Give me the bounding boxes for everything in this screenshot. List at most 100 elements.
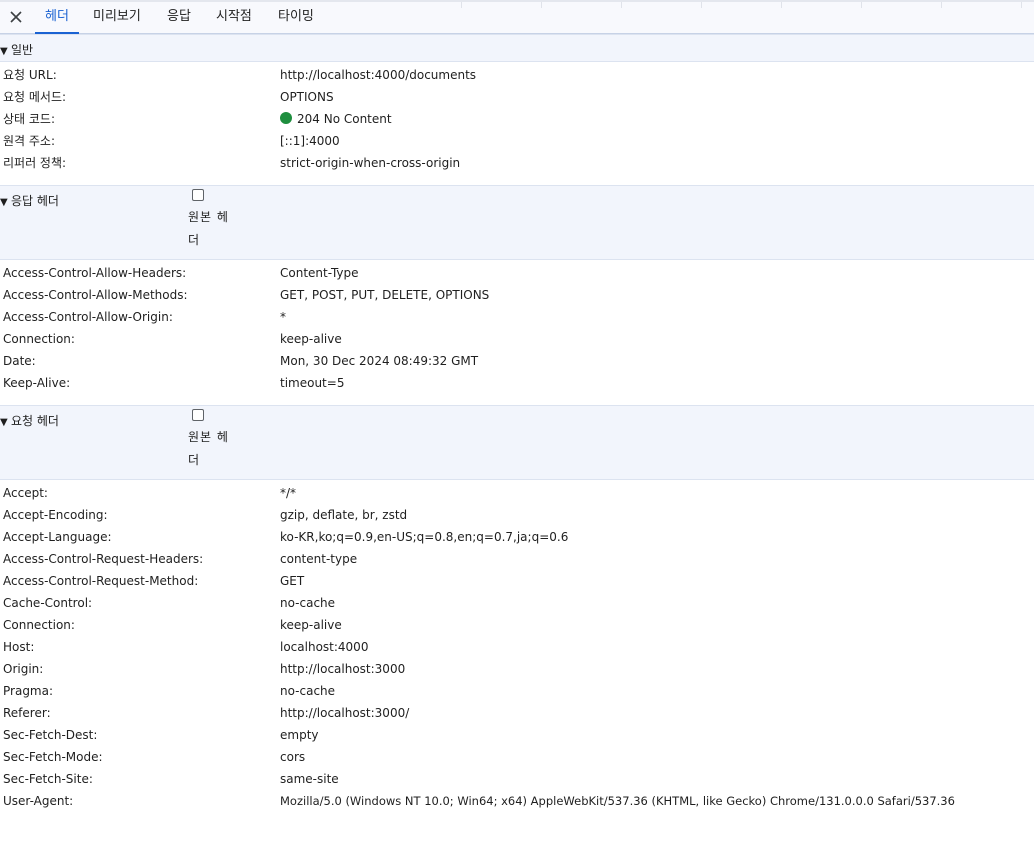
header-value: Content-Type — [280, 266, 359, 280]
request-header-row: Connection: keep-alive — [0, 614, 1034, 636]
header-value: strict-origin-when-cross-origin — [280, 156, 461, 170]
header-name: 원격 주소: — [3, 134, 56, 148]
divider — [781, 2, 782, 8]
section-general-header[interactable]: ▼ 일반 — [0, 34, 1034, 62]
section-response-headers-header[interactable]: ▼ 응답 헤더 원본 헤더 — [0, 185, 1034, 260]
header-name: Sec-Fetch-Dest: — [3, 728, 98, 742]
divider — [1021, 2, 1022, 8]
raw-headers-label: 원본 헤더 — [188, 430, 229, 467]
header-name: Origin: — [3, 662, 44, 676]
request-header-row: Pragma: no-cache — [0, 680, 1034, 702]
response-header-row: Access-Control-Allow-Origin: * — [0, 306, 1034, 328]
tab-initiator[interactable]: 시작점 — [216, 2, 252, 34]
request-header-row: Origin: http://localhost:3000 — [0, 658, 1034, 680]
status-dot-icon — [280, 112, 292, 124]
tab-response[interactable]: 응답 — [167, 2, 191, 34]
divider — [621, 2, 622, 8]
section-response-headers-title[interactable]: ▼ 응답 헤더 — [0, 192, 59, 209]
header-name: Date: — [3, 354, 36, 368]
divider — [941, 2, 942, 8]
divider — [541, 2, 542, 8]
header-value: http://localhost:3000 — [280, 662, 406, 676]
tab-bar: 헤더 미리보기 응답 시작점 타이밍 — [0, 0, 1034, 34]
close-icon[interactable] — [6, 7, 26, 27]
status-code: 204 No Content — [280, 108, 392, 130]
request-header-row: Sec-Fetch-Site: same-site — [0, 768, 1034, 790]
divider — [701, 2, 702, 8]
section-request-headers-header[interactable]: ▼ 요청 헤더 원본 헤더 — [0, 405, 1034, 480]
header-name: User-Agent: — [3, 794, 74, 808]
request-header-row: Accept-Language: ko-KR,ko;q=0.9,en-US;q=… — [0, 526, 1034, 548]
header-value: GET — [280, 574, 305, 588]
header-value: [::1]:4000 — [280, 134, 340, 148]
header-value: Mon, 30 Dec 2024 08:49:32 GMT — [280, 354, 479, 368]
header-value: http://localhost:3000/ — [280, 706, 410, 720]
tab-timing[interactable]: 타이밍 — [278, 2, 314, 34]
triangle-down-icon: ▼ — [0, 46, 8, 57]
section-general-title[interactable]: ▼ 일반 — [0, 41, 33, 58]
header-value: no-cache — [280, 684, 336, 698]
header-value: http://localhost:4000/documents — [280, 68, 477, 82]
header-name: Connection: — [3, 618, 75, 632]
response-header-row: Date: Mon, 30 Dec 2024 08:49:32 GMT — [0, 350, 1034, 372]
header-value: * — [280, 310, 286, 324]
header-name: Access-Control-Request-Headers: — [3, 552, 204, 566]
response-header-row: Connection: keep-alive — [0, 328, 1034, 350]
header-value: Mozilla/5.0 (Windows NT 10.0; Win64; x64… — [280, 794, 955, 808]
header-value: content-type — [280, 552, 358, 566]
request-header-row: User-Agent: Mozilla/5.0 (Windows NT 10.0… — [0, 790, 1034, 812]
header-value: timeout=5 — [280, 376, 345, 390]
header-name: Referer: — [3, 706, 51, 720]
request-header-row: Referer: http://localhost:3000/ — [0, 702, 1034, 724]
header-name: Sec-Fetch-Site: — [3, 772, 93, 786]
header-name: Access-Control-Allow-Headers: — [3, 266, 187, 280]
header-name: Sec-Fetch-Mode: — [3, 750, 103, 764]
tab-headers[interactable]: 헤더 — [35, 2, 79, 34]
request-header-row: Accept-Encoding: gzip, deflate, br, zstd — [0, 504, 1034, 526]
header-value: cors — [280, 750, 306, 764]
triangle-down-icon: ▼ — [0, 417, 8, 428]
triangle-down-icon: ▼ — [0, 197, 8, 208]
request-header-row: Access-Control-Request-Method: GET — [0, 570, 1034, 592]
general-row: 요청 메서드: OPTIONS — [0, 86, 1034, 108]
request-header-row: Sec-Fetch-Mode: cors — [0, 746, 1034, 768]
header-value: gzip, deflate, br, zstd — [280, 508, 408, 522]
header-value: empty — [280, 728, 319, 742]
header-name: 요청 메서드: — [3, 90, 67, 104]
header-value: localhost:4000 — [280, 640, 369, 654]
header-name: Access-Control-Request-Method: — [3, 574, 199, 588]
raw-headers-toggle[interactable]: 원본 헤더 — [188, 189, 248, 252]
header-name: Connection: — [3, 332, 75, 346]
response-header-row: Access-Control-Allow-Headers: Content-Ty… — [0, 262, 1034, 284]
divider — [861, 2, 862, 8]
header-name: Pragma: — [3, 684, 54, 698]
header-value: keep-alive — [280, 332, 342, 346]
header-name: Cache-Control: — [3, 596, 93, 610]
header-name: Access-Control-Allow-Methods: — [3, 288, 188, 302]
section-request-headers-title[interactable]: ▼ 요청 헤더 — [0, 412, 59, 429]
header-value: keep-alive — [280, 618, 342, 632]
header-name: 상태 코드: — [3, 112, 56, 126]
raw-headers-label: 원본 헤더 — [188, 210, 229, 247]
request-header-row: Access-Control-Request-Headers: content-… — [0, 548, 1034, 570]
request-header-row: Cache-Control: no-cache — [0, 592, 1034, 614]
tab-preview[interactable]: 미리보기 — [93, 2, 141, 34]
header-name: Accept: — [3, 486, 48, 500]
request-header-row: Sec-Fetch-Dest: empty — [0, 724, 1034, 746]
general-row: 요청 URL: http://localhost:4000/documents — [0, 64, 1034, 86]
general-row: 상태 코드: 204 No Content — [0, 108, 1034, 130]
header-name: Host: — [3, 640, 35, 654]
divider — [461, 2, 462, 8]
header-value: same-site — [280, 772, 339, 786]
header-value: no-cache — [280, 596, 336, 610]
response-header-row: Keep-Alive: timeout=5 — [0, 372, 1034, 394]
header-value: */* — [280, 486, 297, 500]
raw-headers-toggle[interactable]: 원본 헤더 — [188, 409, 248, 472]
raw-headers-checkbox[interactable] — [192, 189, 204, 201]
request-header-row: Host: localhost:4000 — [0, 636, 1034, 658]
header-name: 요청 URL: — [3, 68, 57, 82]
header-value: ko-KR,ko;q=0.9,en-US;q=0.8,en;q=0.7,ja;q… — [280, 530, 569, 544]
raw-headers-checkbox[interactable] — [192, 409, 204, 421]
header-name: 리퍼러 정책: — [3, 156, 67, 170]
header-name: Keep-Alive: — [3, 376, 71, 390]
